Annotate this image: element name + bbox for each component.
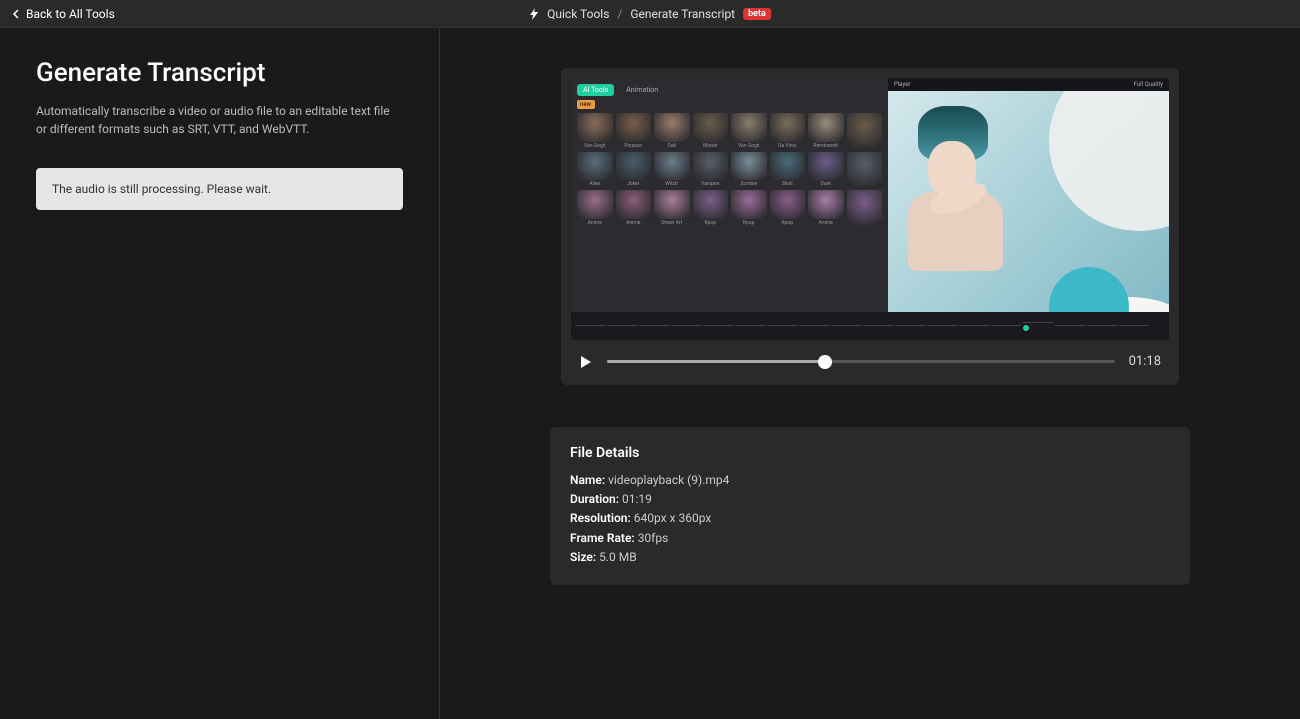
face-cell: Rembrandt [808,113,844,149]
preview-tab-animation: Animation [620,84,664,96]
timeline-tick [639,325,669,328]
preview-tab-ai: AI Tools [577,84,614,96]
face-cell: Kpop [770,190,806,226]
file-details-card: File Details Name: videoplayback (9).mp4… [550,427,1190,585]
progress-slider[interactable] [607,360,1115,363]
face-cell [847,113,883,149]
new-badge: new [577,100,595,109]
face-cell [847,190,883,226]
timeline-tick [575,325,605,328]
face-cell: Anime [577,190,613,226]
progress-thumb[interactable] [818,355,832,369]
face-cell: Zombie [731,152,767,188]
face-cell: Skull [770,152,806,188]
quality-label: Full Quality [1134,81,1163,88]
timeline-tick [1023,322,1053,331]
timeline-strip [571,312,1169,340]
video-preview: AI Tools Animation new Van GoghPicassoDa… [571,78,1169,340]
face-cell: Anime [808,190,844,226]
back-label: Back to All Tools [26,7,115,21]
timeline-tick [959,325,989,328]
breadcrumb-root[interactable]: Quick Tools [547,7,609,21]
timeline-tick [1087,325,1117,328]
duration-label: 01:18 [1129,354,1161,369]
back-to-tools-link[interactable]: Back to All Tools [12,7,115,21]
face-cell: Dali [654,113,690,149]
timeline-tick [1055,325,1085,328]
face-cell: Witch [654,152,690,188]
timeline-tick [607,325,637,328]
timeline-tick [735,325,765,328]
video-preview-card: AI Tools Animation new Van GoghPicassoDa… [561,68,1179,385]
face-cell: Anime [616,190,652,226]
timeline-tick [671,325,701,328]
timeline-tick [799,325,829,328]
left-panel: Generate Transcript Automatically transc… [0,28,440,719]
file-details-heading: File Details [570,445,1170,461]
face-cell: Da Vinci [770,113,806,149]
face-cell: Joker [616,152,652,188]
player-label: Player [894,81,910,88]
detail-resolution: Resolution: 640px x 360px [570,509,1170,528]
timeline-tick [863,325,893,328]
face-grid: Van GoghPicassoDaliMonetVan GoghDa Vinci… [577,113,882,226]
timeline-tick [703,325,733,328]
lightning-icon [529,8,539,20]
face-cell: Van Gogh [577,113,613,149]
page-description: Automatically transcribe a video or audi… [36,102,403,138]
status-message: The audio is still processing. Please wa… [36,168,403,210]
face-cell: Dark [808,152,844,188]
beta-badge: beta [743,8,771,20]
detail-framerate: Frame Rate: 30fps [570,529,1170,548]
preview-player-panel: Player Full Quality [888,78,1169,340]
progress-fill [607,360,825,363]
face-cell: Vampire [693,152,729,188]
player-controls: 01:18 [571,340,1169,375]
play-button[interactable] [579,355,593,369]
timeline-tick [1119,325,1149,328]
timeline-tick [927,325,957,328]
face-cell: Street Art [654,190,690,226]
preview-image [888,91,1169,327]
face-cell: Van Gogh [731,113,767,149]
face-cell [847,152,883,188]
face-cell: Kpop [693,190,729,226]
right-panel: AI Tools Animation new Van GoghPicassoDa… [440,28,1300,719]
timeline-tick [767,325,797,328]
preview-effects-panel: AI Tools Animation new Van GoghPicassoDa… [571,78,888,340]
face-cell: Kpop [731,190,767,226]
breadcrumb-separator: / [617,7,622,21]
timeline-tick [991,325,1021,328]
play-icon [579,355,593,369]
detail-duration: Duration: 01:19 [570,490,1170,509]
detail-name: Name: videoplayback (9).mp4 [570,471,1170,490]
face-cell: Picasso [616,113,652,149]
face-cell: Alien [577,152,613,188]
breadcrumb: Quick Tools / Generate Transcript beta [529,7,771,21]
timeline-tick [895,325,925,328]
timeline-tick [831,325,861,328]
breadcrumb-current: Generate Transcript [630,7,735,21]
page-title: Generate Transcript [36,58,403,88]
detail-size: Size: 5.0 MB [570,548,1170,567]
chevron-left-icon [12,9,20,19]
face-cell: Monet [693,113,729,149]
